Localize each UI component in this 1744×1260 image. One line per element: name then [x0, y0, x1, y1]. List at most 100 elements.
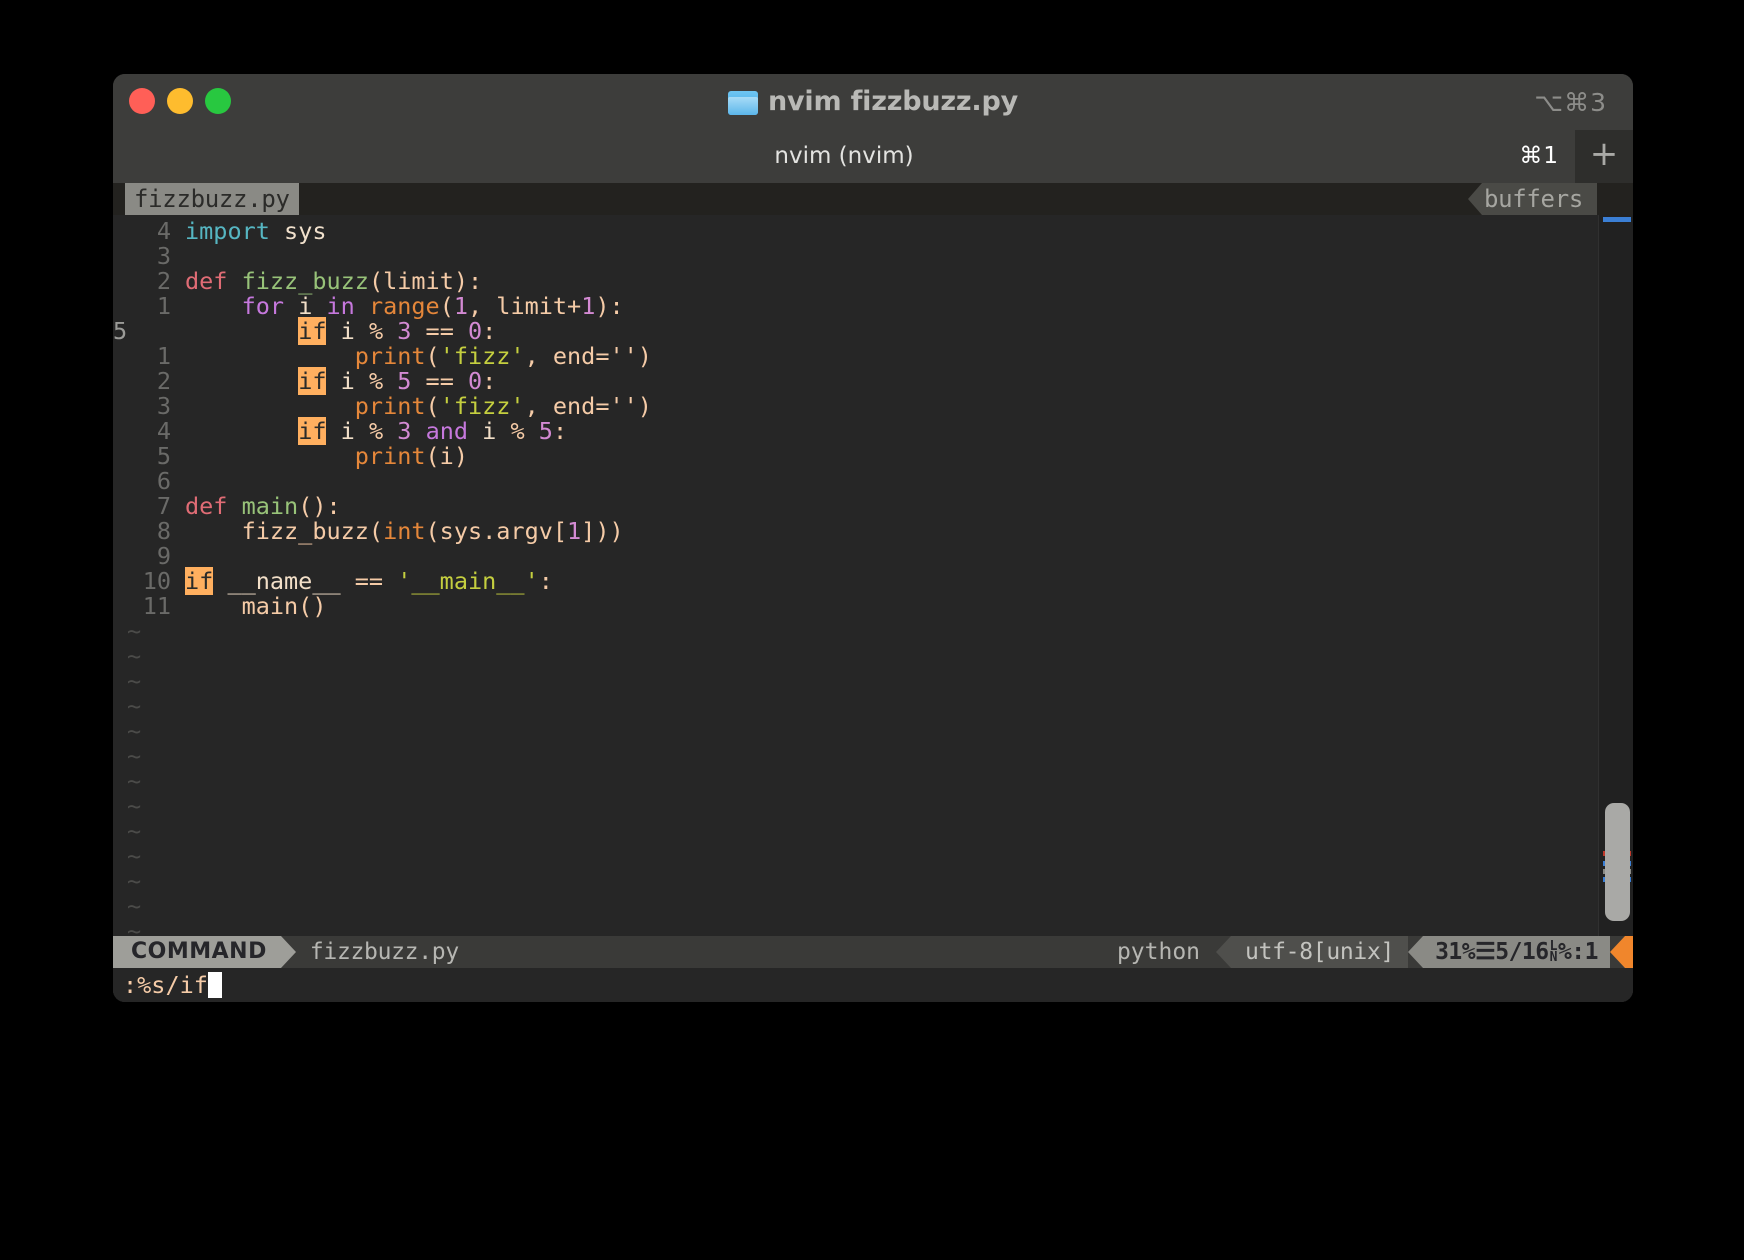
tilde-marker: ~: [113, 694, 141, 719]
line-number: 7: [113, 494, 185, 519]
buffer-tab-fizzbuzz[interactable]: fizzbuzz.py: [125, 183, 299, 215]
line-number: 4: [113, 219, 185, 244]
line-number: 10: [113, 569, 185, 594]
code-token: ): [638, 342, 652, 370]
code-token: :: [482, 317, 496, 345]
code-token: 1: [581, 292, 595, 320]
empty-line: ~: [113, 694, 1599, 719]
code-line: 7def main():: [113, 494, 1599, 519]
status-line-sub: LN: [1550, 941, 1557, 963]
status-filetype: python: [1101, 936, 1216, 968]
code-line: 2 if i % 5 == 0:: [113, 369, 1599, 394]
line-number: 5: [113, 444, 185, 469]
code-token: 'fizz': [440, 342, 525, 370]
code-token: [185, 317, 298, 345]
buffers-label: buffers: [1482, 183, 1597, 215]
code-token: (sys.argv[: [426, 517, 567, 545]
code-token: (: [426, 342, 440, 370]
tilde-marker: ~: [113, 619, 141, 644]
code-token: 0: [468, 317, 482, 345]
code-token: , limit+: [468, 292, 581, 320]
line-text: def fizz_buzz(limit):: [185, 269, 1599, 294]
code-token: (: [440, 292, 454, 320]
line-text: if i % 3 == 0:: [185, 319, 1599, 344]
code-token: [185, 392, 355, 420]
code-token: [185, 292, 242, 320]
line-text: if i % 5 == 0:: [185, 369, 1599, 394]
code-line: 3 print('fizz', end=''): [113, 394, 1599, 419]
code-token: %: [510, 417, 524, 445]
code-token: [383, 567, 397, 595]
code-token: 1: [567, 517, 581, 545]
empty-line: ~: [113, 769, 1599, 794]
line-text: import sys: [185, 219, 1599, 244]
status-lines-glyph: ☰: [1475, 936, 1495, 968]
tab-nvim-label: nvim (nvim): [774, 130, 913, 183]
status-mode: COMMAND: [113, 936, 281, 968]
code-token: and: [426, 417, 468, 445]
empty-line: ~: [113, 869, 1599, 894]
code-token: fizz_buzz(: [185, 517, 383, 545]
code-token: sys: [284, 217, 326, 245]
terminal-window: nvim fizzbuzz.py ⌥⌘3 nvim (nvim) ⌘1 + fi…: [113, 74, 1633, 1002]
code-token: import: [185, 217, 270, 245]
code-token: %: [369, 417, 383, 445]
line-text: [185, 544, 1599, 569]
line-number: 1: [113, 344, 185, 369]
search-match-highlight: if: [298, 317, 326, 345]
code-token: for: [242, 292, 284, 320]
code-token: 0: [468, 367, 482, 395]
tilde-marker: ~: [113, 794, 141, 819]
code-token: ==: [355, 567, 383, 595]
code-token: def: [185, 492, 227, 520]
code-token: %: [369, 317, 383, 345]
code-token: ): [638, 392, 652, 420]
command-cursor: [208, 972, 222, 998]
code-token: ():: [298, 492, 340, 520]
line-text: main(): [185, 594, 1599, 619]
code-line: 4import sys: [113, 219, 1599, 244]
scrollbar-thumb[interactable]: [1605, 803, 1630, 921]
line-text: [185, 469, 1599, 494]
tilde-marker: ~: [113, 869, 141, 894]
code-editor-area[interactable]: 4import sys32def fizz_buzz(limit):1 for …: [113, 215, 1599, 936]
empty-line: ~: [113, 794, 1599, 819]
vim-command-text: :%s/if: [123, 971, 208, 999]
line-number: 1: [113, 294, 185, 319]
vim-command-line[interactable]: :%s/if: [113, 968, 1633, 1002]
line-number: 8: [113, 519, 185, 544]
status-encoding: utf-8[unix]: [1231, 936, 1408, 968]
code-token: i: [326, 367, 368, 395]
code-token: __name__: [213, 567, 354, 595]
buffers-indicator[interactable]: buffers: [1468, 183, 1597, 215]
scrollbar-gutter[interactable]: [1598, 215, 1633, 936]
code-token: main(): [185, 592, 326, 620]
line-text: [185, 244, 1599, 269]
code-token: (i): [426, 442, 468, 470]
tilde-marker: ~: [113, 669, 141, 694]
status-position: 31% ☰ 5/16 LN %:1: [1423, 936, 1610, 968]
code-line: 11 main(): [113, 594, 1599, 619]
new-tab-button[interactable]: +: [1575, 130, 1633, 183]
code-token: i: [326, 317, 368, 345]
buffers-arrow-icon: [1468, 183, 1482, 215]
line-number: 3: [113, 244, 185, 269]
code-token: :: [553, 417, 567, 445]
code-token: 1: [454, 292, 468, 320]
empty-line: ~: [113, 669, 1599, 694]
code-token: print: [355, 342, 426, 370]
code-line: 2def fizz_buzz(limit):: [113, 269, 1599, 294]
line-number: 2: [113, 369, 185, 394]
code-token: :: [539, 567, 553, 595]
line-number: 9: [113, 544, 185, 569]
code-token: i: [284, 292, 326, 320]
code-line: 1 for i in range(1, limit+1):: [113, 294, 1599, 319]
code-line: 4 if i % 3 and i % 5:: [113, 419, 1599, 444]
code-token: print: [355, 392, 426, 420]
tab-nvim[interactable]: nvim (nvim): [113, 130, 1575, 183]
tilde-marker: ~: [113, 744, 141, 769]
empty-line: ~: [113, 719, 1599, 744]
code-token: '__main__': [397, 567, 538, 595]
code-token: (: [369, 267, 383, 295]
window-titlebar: nvim fizzbuzz.py ⌥⌘3: [113, 74, 1633, 130]
